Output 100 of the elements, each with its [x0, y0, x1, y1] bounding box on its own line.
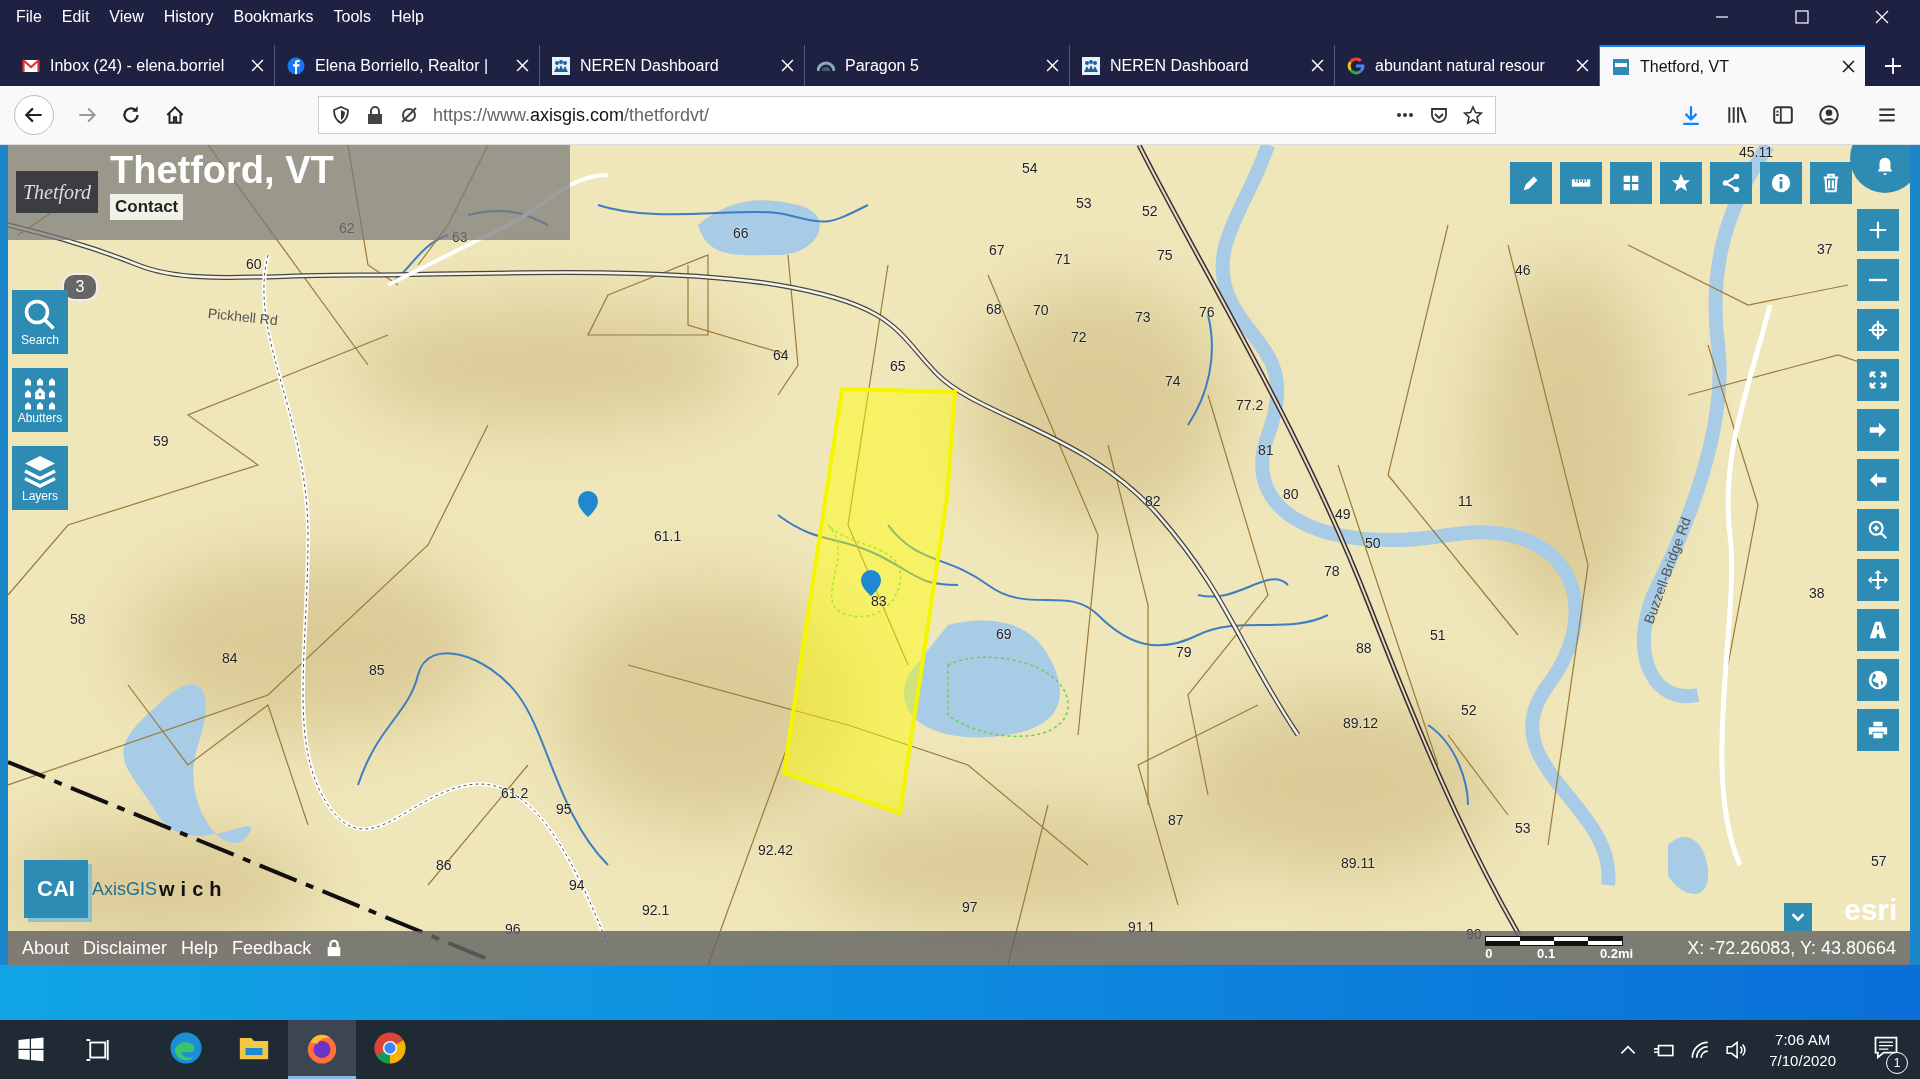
abutters-button[interactable]: Abutters — [12, 368, 68, 432]
layers-button[interactable]: Layers — [12, 446, 68, 510]
parcel-label: 61.1 — [654, 528, 682, 544]
footer-link[interactable]: Disclaimer — [83, 937, 168, 959]
scale-label: 0 — [1485, 945, 1493, 961]
layers-icon — [22, 453, 58, 489]
parcel-label: 92.1 — [642, 902, 670, 918]
parcel-label: 69 — [996, 626, 1012, 642]
scale-label: 0.2mi — [1599, 945, 1634, 961]
maximize-icon[interactable] — [1794, 8, 1810, 25]
parcel-label: 53 — [1076, 195, 1092, 211]
footer-link[interactable]: Feedback — [232, 937, 312, 959]
share-tool-button[interactable] — [1710, 162, 1752, 204]
parcel-label: 79 — [1176, 644, 1192, 660]
grid-tool-button[interactable] — [1610, 162, 1652, 204]
social-icon — [287, 56, 305, 75]
parcel-label: 71 — [1055, 251, 1071, 267]
parcel-label: 53 — [1515, 820, 1531, 836]
star-tool-button[interactable] — [1660, 162, 1702, 204]
parcel-label: 60 — [246, 256, 262, 272]
scale-label: 0.1 — [1537, 945, 1556, 961]
crosshair-tool-button[interactable] — [1857, 309, 1899, 351]
parcel-label: 11 — [1458, 493, 1473, 509]
menu-item[interactable]: History — [153, 7, 224, 26]
star-icon[interactable] — [1463, 105, 1483, 125]
browser-tab[interactable]: Thetford, VT — [1600, 45, 1865, 86]
parcel-label: 57 — [1871, 853, 1887, 869]
parcel-label: 49 — [1335, 506, 1351, 522]
globe-tool-button[interactable] — [1857, 659, 1899, 701]
printer-tool-button[interactable] — [1857, 709, 1899, 751]
search-button[interactable]: Search — [12, 290, 68, 354]
footer-link[interactable]: About — [22, 937, 70, 959]
reload-icon[interactable] — [120, 104, 142, 126]
menu-item[interactable]: Help — [380, 7, 434, 26]
parcel-label: 52 — [1461, 702, 1477, 718]
home-icon[interactable] — [164, 104, 186, 126]
map-pin-icon[interactable] — [578, 491, 598, 517]
expand-button[interactable] — [1784, 903, 1812, 931]
parcel-label: 88 — [1356, 640, 1372, 656]
road-label: Pickhell Rd — [207, 305, 279, 329]
map-title: Thetford, VT — [110, 149, 334, 192]
parcel-label: 52 — [1142, 203, 1158, 219]
account-icon[interactable] — [1818, 104, 1840, 126]
pencil-tool-button[interactable] — [1510, 162, 1552, 204]
expand-tool-button[interactable] — [1857, 359, 1899, 401]
menu-item[interactable]: Edit — [51, 7, 100, 26]
download-icon[interactable] — [1680, 104, 1702, 126]
parcel-label: 86 — [436, 857, 452, 873]
arrow-left-tool-button[interactable] — [1857, 459, 1899, 501]
address-field[interactable]: https://www.axisgis.com/thetfordvt/ — [318, 96, 1496, 134]
parcel-label: 50 — [1365, 535, 1381, 551]
move-tool-button[interactable] — [1857, 559, 1899, 601]
clock[interactable]: 7:06 AM 7/10/2020 — [1769, 1028, 1836, 1071]
parcel-label: 76 — [1199, 304, 1215, 320]
close-icon[interactable] — [1842, 60, 1855, 73]
clock-time: 7:06 AM — [1775, 1029, 1831, 1050]
trash-tool-button[interactable] — [1810, 162, 1852, 204]
plus-tool-button[interactable] — [1857, 209, 1899, 251]
parcel-label: 74 — [1165, 373, 1181, 389]
plus-icon — [1867, 219, 1889, 241]
parcel-label: 97 — [962, 899, 978, 915]
speaker-icon[interactable] — [1725, 1038, 1748, 1061]
shield-icon — [331, 105, 351, 125]
zoom-in-tool-button[interactable] — [1857, 509, 1899, 551]
footer-link[interactable]: Help — [181, 937, 219, 959]
contact-button[interactable]: Contact — [110, 194, 184, 220]
globe-icon — [1867, 669, 1889, 691]
road-tool-button[interactable] — [1857, 609, 1899, 651]
ruler-tool-button[interactable] — [1560, 162, 1602, 204]
zoom-in-icon — [1867, 519, 1889, 541]
parcel-label: 72 — [1071, 329, 1087, 345]
houses-icon — [22, 375, 58, 411]
menu-item[interactable]: View — [99, 7, 154, 26]
coordinates-readout: X: -72.26083, Y: 43.80664 — [1687, 937, 1897, 959]
parcel-label: 70 — [1033, 302, 1049, 318]
parcel-label: 45.11 — [1739, 145, 1773, 160]
back-button[interactable] — [14, 95, 54, 135]
parcel-label: 83 — [871, 593, 887, 609]
arrow-right-tool-button[interactable] — [1857, 409, 1899, 451]
menu-item[interactable]: Bookmarks — [223, 7, 324, 26]
parcel-label: 80 — [1283, 486, 1299, 502]
taskbar-button[interactable] — [288, 1020, 356, 1079]
library-icon[interactable] — [1726, 104, 1748, 126]
tab-title: NEREN Dashboard — [1110, 56, 1250, 75]
minus-tool-button[interactable] — [1857, 259, 1899, 301]
plus-icon[interactable] — [1883, 56, 1903, 76]
info-tool-button[interactable] — [1760, 162, 1802, 204]
sidebar-icon[interactable] — [1772, 104, 1794, 126]
menu-item[interactable]: File — [6, 7, 52, 26]
parcel-label: 91.1 — [1128, 919, 1156, 935]
clock-date: 7/10/2020 — [1769, 1050, 1836, 1071]
map-pin-icon[interactable] — [861, 570, 881, 596]
pocket-icon[interactable] — [1429, 105, 1449, 125]
parcel-label: 64 — [773, 347, 789, 363]
menu-item[interactable]: Tools — [323, 7, 381, 26]
parcel-label: 84 — [222, 650, 238, 666]
parcel-label: 58 — [70, 611, 86, 627]
parcel-label: 62 — [339, 220, 355, 236]
people-icon — [1082, 56, 1100, 75]
pond-shape — [1668, 837, 1708, 894]
